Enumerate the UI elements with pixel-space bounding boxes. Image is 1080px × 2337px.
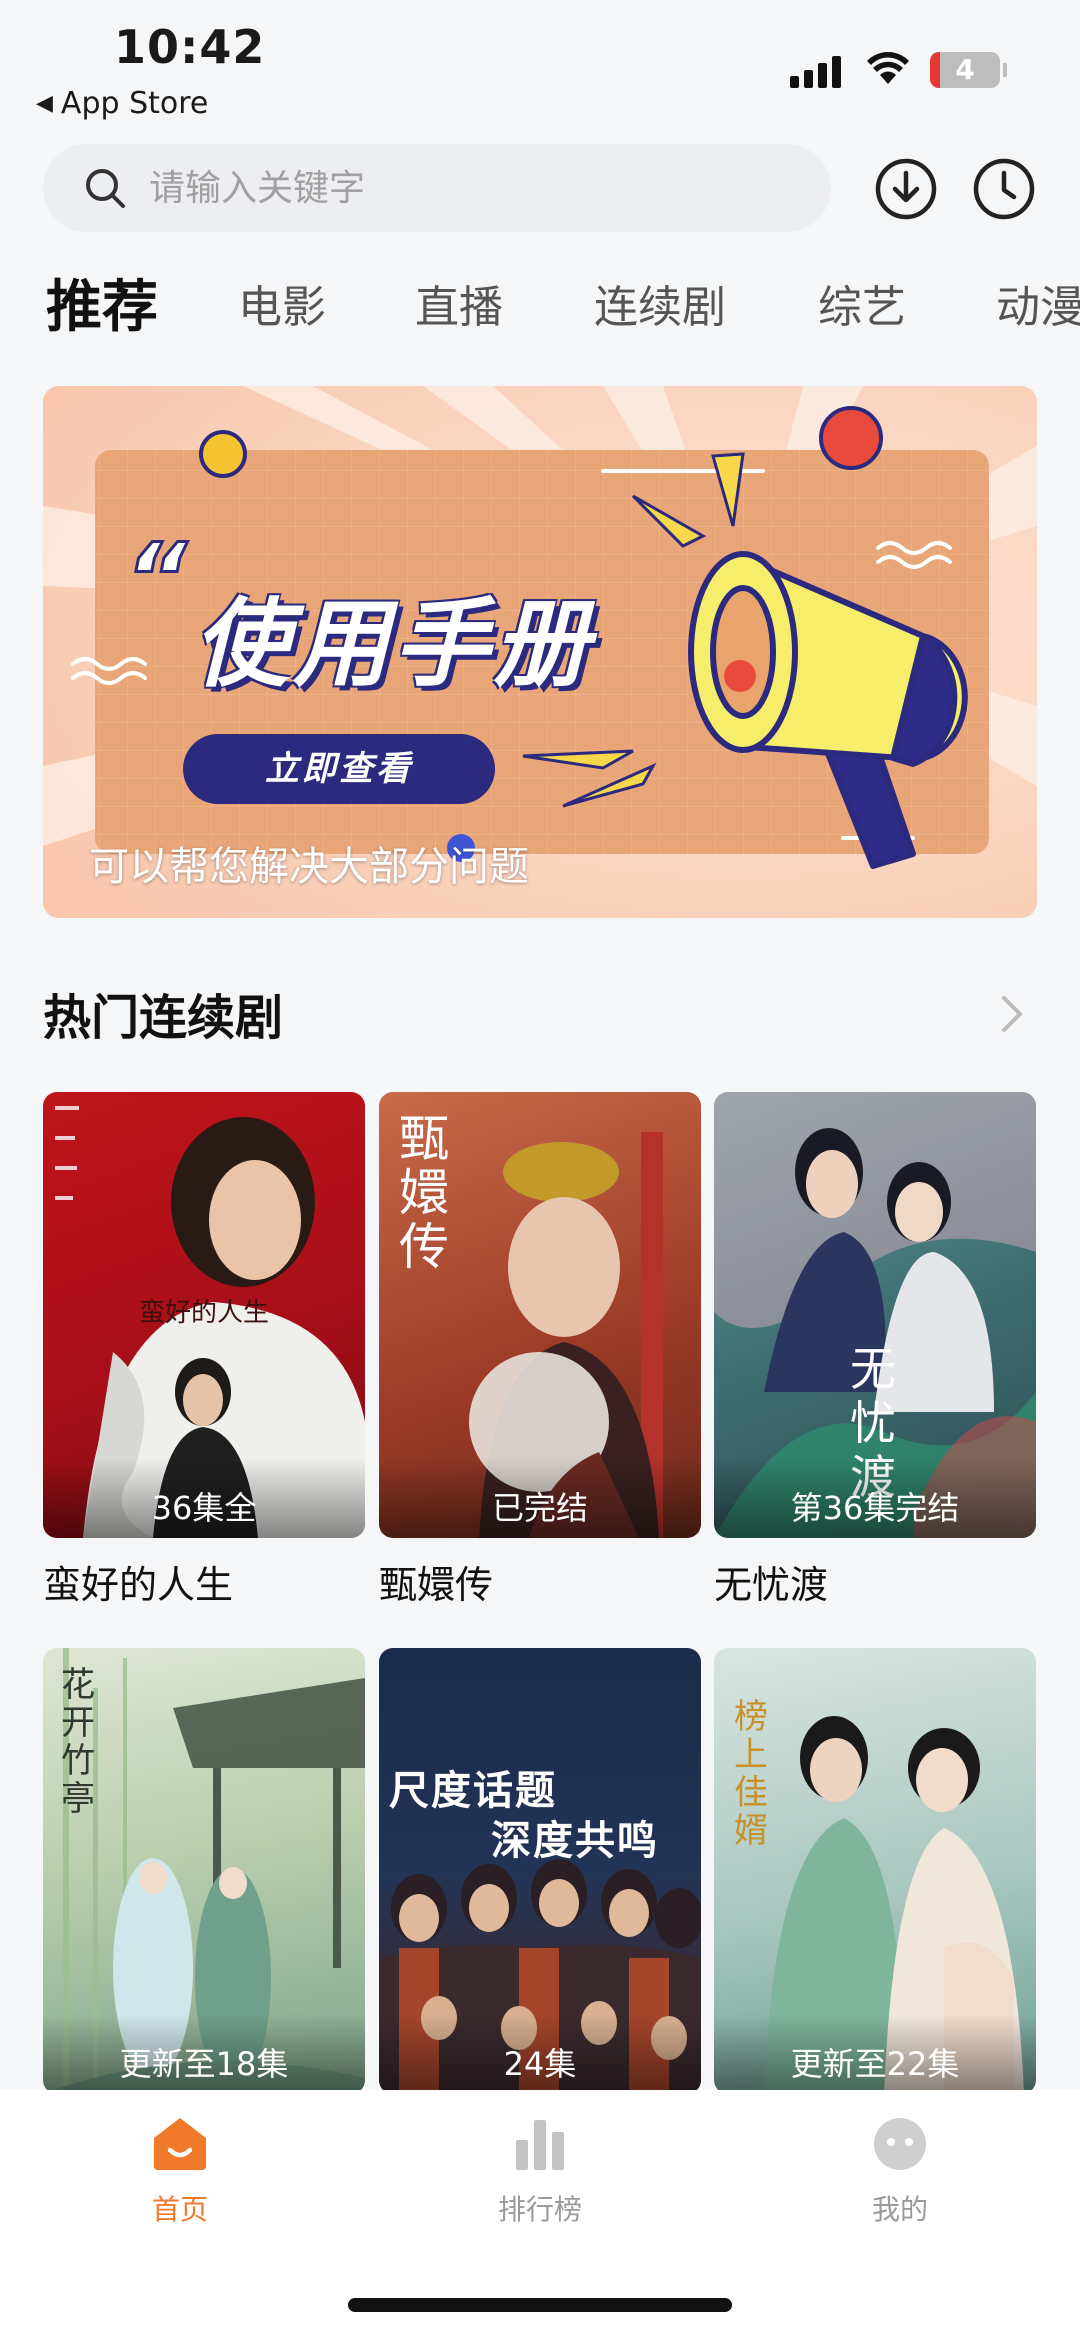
promo-banner[interactable]: “ 使用手册 立即查看 可以帮您解决大部分问题 bbox=[43, 386, 1037, 918]
tab-anime[interactable]: 动漫 bbox=[996, 268, 1080, 348]
episode-badge: 36集全 bbox=[43, 1458, 365, 1538]
chevron-right-icon[interactable] bbox=[996, 990, 1028, 1038]
series-card[interactable]: 尺度话题 深度共鸣 24集 bbox=[379, 1648, 701, 2110]
poster[interactable]: 花开竹亭 更新至18集 bbox=[43, 1648, 365, 2094]
nav-profile[interactable]: 我的 bbox=[800, 2114, 1000, 2228]
tab-variety[interactable]: 综艺 bbox=[818, 268, 906, 348]
tab-live[interactable]: 直播 bbox=[415, 268, 503, 348]
nav-label: 首页 bbox=[151, 2193, 208, 2226]
series-title[interactable]: 甄嬛传 bbox=[379, 1554, 701, 1609]
episode-badge: 第36集完结 bbox=[714, 1458, 1036, 1538]
poster-subtitle-text: 深度共鸣 bbox=[491, 1817, 659, 1864]
poster[interactable]: 尺度话题 深度共鸣 24集 bbox=[379, 1648, 701, 2094]
poster-title-text: 甄嬛传 bbox=[399, 1110, 449, 1276]
episode-badge: 更新至22集 bbox=[714, 2014, 1036, 2094]
back-app-label: App Store bbox=[60, 86, 209, 121]
banner-button[interactable]: 立即查看 bbox=[183, 734, 495, 804]
series-card[interactable]: 蛮好的人生 36集全 蛮好的人生 bbox=[43, 1092, 365, 1609]
series-title[interactable]: 蛮好的人生 bbox=[43, 1554, 365, 1609]
search-bar[interactable] bbox=[43, 144, 831, 232]
history-clock-icon[interactable] bbox=[972, 157, 1036, 221]
battery-icon: 4 bbox=[930, 52, 1000, 88]
episode-badge: 已完结 bbox=[379, 1458, 701, 1538]
search-icon bbox=[86, 169, 125, 208]
poster-title-text: 花开竹亭 bbox=[61, 1665, 95, 1819]
battery-level: 4 bbox=[955, 53, 975, 86]
poster[interactable]: 榜上佳婿 更新至22集 bbox=[714, 1648, 1036, 2094]
poster[interactable]: 无忧渡 第36集完结 bbox=[714, 1092, 1036, 1538]
battery-cap bbox=[1003, 63, 1007, 77]
status-time: 10:42 bbox=[114, 20, 266, 74]
banner-caption: 可以帮您解决大部分问题 bbox=[89, 844, 529, 890]
poster[interactable]: 蛮好的人生 36集全 bbox=[43, 1092, 365, 1538]
download-icon[interactable] bbox=[874, 157, 938, 221]
poster[interactable]: 甄嬛传 已完结 bbox=[379, 1092, 701, 1538]
series-title[interactable]: 无忧渡 bbox=[714, 1554, 1036, 1609]
series-card[interactable]: 花开竹亭 更新至18集 bbox=[43, 1648, 365, 2110]
poster-title-text: 榜上佳婿 bbox=[734, 1697, 768, 1851]
search-input[interactable] bbox=[149, 167, 769, 209]
home-icon bbox=[154, 2118, 206, 2170]
svg-text:“: “ bbox=[125, 523, 188, 635]
series-card[interactable]: 榜上佳婿 更新至22集 bbox=[714, 1648, 1036, 2110]
nav-label: 排行榜 bbox=[497, 2193, 582, 2226]
home-indicator[interactable] bbox=[348, 2298, 732, 2312]
tab-movies[interactable]: 电影 bbox=[238, 268, 326, 348]
banner-headline: 使用手册 bbox=[193, 588, 593, 700]
poster-title-text: 蛮好的人生 bbox=[139, 1298, 270, 1328]
back-triangle-icon: ◀ bbox=[36, 91, 53, 116]
nav-home[interactable]: 首页 bbox=[80, 2114, 280, 2228]
profile-icon bbox=[874, 2118, 926, 2170]
episode-badge: 更新至18集 bbox=[43, 2014, 365, 2094]
wifi-icon bbox=[867, 52, 909, 84]
nav-ranking[interactable]: 排行榜 bbox=[440, 2114, 640, 2228]
series-card[interactable]: 甄嬛传 已完结 甄嬛传 bbox=[379, 1092, 701, 1609]
cellular-signal-icon bbox=[790, 54, 844, 88]
section-title: 热门连续剧 bbox=[43, 990, 284, 1046]
tab-recommend[interactable]: 推荐 bbox=[46, 268, 158, 348]
status-bar: 10:42 ◀ App Store 4 bbox=[0, 0, 1080, 130]
nav-label: 我的 bbox=[871, 2193, 928, 2226]
back-to-app-store[interactable]: ◀ App Store bbox=[36, 86, 208, 121]
episode-badge: 24集 bbox=[379, 2014, 701, 2094]
ranking-icon bbox=[516, 2120, 564, 2170]
category-tabs: 推荐 电影 直播 连续剧 综艺 动漫 bbox=[0, 268, 1080, 348]
series-card[interactable]: 无忧渡 第36集完结 无忧渡 bbox=[714, 1092, 1036, 1609]
tab-series[interactable]: 连续剧 bbox=[594, 268, 726, 348]
